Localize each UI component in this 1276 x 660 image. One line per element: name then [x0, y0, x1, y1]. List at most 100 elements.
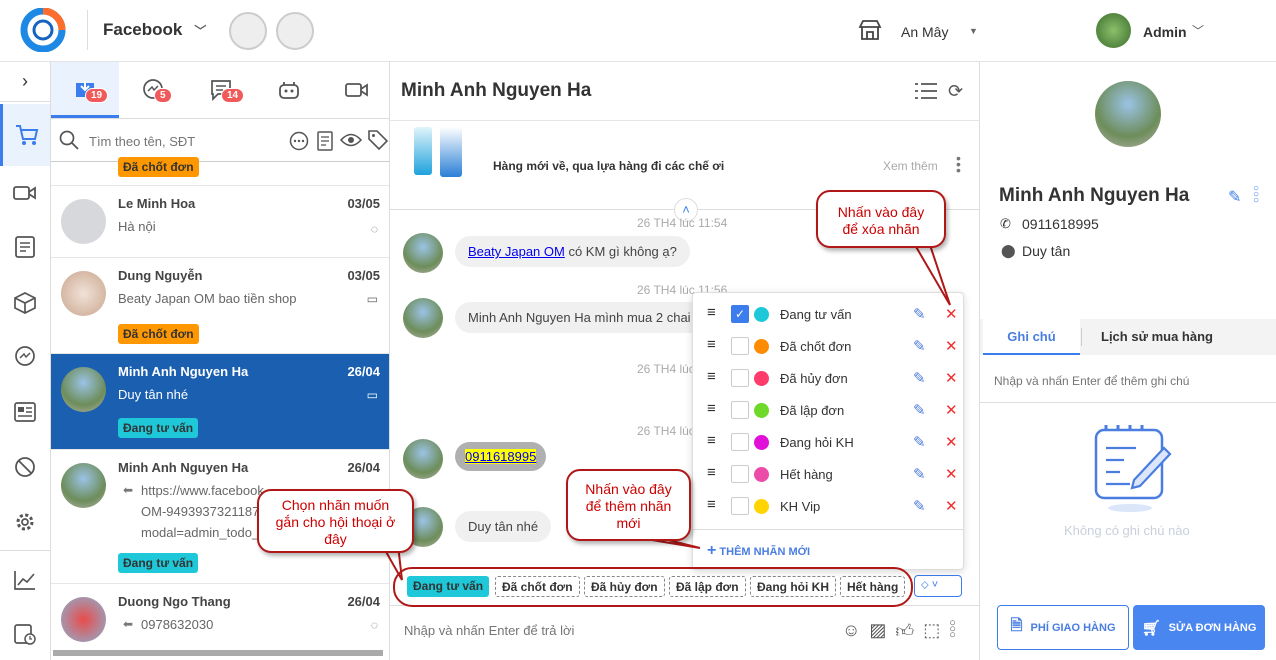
edit-label-icon[interactable]: ✎	[913, 433, 926, 451]
drag-handle-icon[interactable]: ≡	[707, 336, 716, 353]
label-row[interactable]: ≡ Hết hàng ✎ ✕	[693, 458, 963, 490]
label-row[interactable]: ≡ KH Vip ✎ ✕	[693, 490, 963, 522]
tab-video[interactable]	[323, 62, 389, 118]
label-chip-active[interactable]: Đang tư vấn	[407, 576, 490, 597]
tab-bot[interactable]	[255, 62, 323, 118]
page-selector[interactable]: Facebook ﹀	[103, 20, 206, 40]
schedule-report-icon[interactable]	[0, 612, 50, 656]
delete-label-icon[interactable]: ✕	[945, 337, 958, 355]
drag-handle-icon[interactable]: ≡	[707, 464, 716, 481]
delete-label-icon[interactable]: ✕	[945, 465, 958, 483]
more-options-icon[interactable]: ○ ○ ○	[1253, 184, 1259, 206]
delete-label-icon[interactable]: ✕	[945, 369, 958, 387]
reply-input[interactable]	[404, 618, 824, 642]
tag-filter-icon[interactable]	[367, 129, 389, 151]
more-options-icon[interactable]: ○ ○ ○	[949, 618, 956, 642]
horizontal-scrollbar[interactable]	[53, 650, 383, 656]
list-item[interactable]: Dung Nguyễn 03/05 Beaty Japan OM bao tiề…	[51, 258, 389, 354]
user-name[interactable]: Admin	[1143, 24, 1187, 40]
see-more-link[interactable]: Xem thêm	[883, 159, 938, 173]
tab-notes[interactable]: Ghi chú	[983, 319, 1080, 355]
label-row[interactable]: ≡ Đã chốt đơn ✎ ✕	[693, 330, 963, 362]
page-avatar-1[interactable]	[229, 12, 267, 50]
delete-label-icon[interactable]: ✕	[945, 433, 958, 451]
edit-order-button[interactable]: 🛒︎ SỬA ĐƠN HÀNG	[1133, 605, 1265, 650]
like-icon[interactable]: 👍︎	[895, 620, 914, 642]
tab-purchase-history[interactable]: Lịch sử mua hàng	[1101, 329, 1213, 344]
label-chip[interactable]: Đã chốt đơn	[495, 576, 580, 597]
edit-label-icon[interactable]: ✎	[913, 305, 926, 323]
tab-badge: 14	[221, 88, 245, 103]
emoji-icon[interactable]: ☺	[842, 620, 860, 642]
drag-handle-icon[interactable]: ≡	[707, 400, 716, 417]
user-avatar[interactable]	[1096, 13, 1131, 48]
note-input[interactable]	[994, 369, 1264, 393]
label-checkbox[interactable]	[731, 433, 749, 451]
label-name: Đang tư vấn	[780, 307, 852, 322]
label-dropdown-button[interactable]: ⬦ ˅	[914, 575, 962, 597]
edit-icon[interactable]: ✎	[1228, 187, 1241, 207]
store-dropdown-icon[interactable]: ▼	[969, 26, 978, 36]
delete-label-icon[interactable]: ✕	[945, 401, 958, 419]
label-row[interactable]: ≡ ✓ Đang tư vấn ✎ ✕	[693, 298, 963, 330]
edit-label-icon[interactable]: ✎	[913, 465, 926, 483]
block-icon[interactable]	[0, 445, 50, 489]
phone-link[interactable]: 0911618995	[465, 449, 537, 464]
drag-handle-icon[interactable]: ≡	[707, 432, 716, 449]
page-link[interactable]: Beaty Japan OM	[468, 244, 565, 259]
product-search-icon[interactable]: ⬚	[923, 620, 940, 642]
box-icon[interactable]	[0, 281, 50, 325]
tab-comments[interactable]: 14	[187, 62, 255, 118]
label-checkbox[interactable]	[731, 465, 749, 483]
delete-label-icon[interactable]: ✕	[945, 305, 958, 323]
list-item-selected[interactable]: Minh Anh Nguyen Ha 26/04 Duy tân nhé ▭ Đ…	[51, 354, 389, 450]
label-chip[interactable]: Đã lập đơn	[669, 576, 746, 597]
list-item[interactable]: Đã chốt đơn	[51, 157, 389, 186]
label-chip[interactable]: Đang hỏi KH	[750, 576, 836, 597]
label-checkbox[interactable]: ✓	[731, 305, 749, 323]
edit-label-icon[interactable]: ✎	[913, 401, 926, 419]
drag-handle-icon[interactable]: ≡	[707, 496, 716, 513]
more-options-icon[interactable]: • • •	[956, 151, 961, 177]
drag-handle-icon[interactable]: ≡	[707, 304, 716, 321]
messenger-icon[interactable]	[0, 335, 50, 379]
label-chip[interactable]: Hết hàng	[840, 576, 906, 597]
gear-icon[interactable]	[0, 500, 50, 544]
list-view-icon[interactable]	[915, 82, 937, 100]
label-row[interactable]: ≡ Đang hỏi KH ✎ ✕	[693, 426, 963, 458]
expand-icon[interactable]: ›	[0, 62, 50, 102]
shipping-fee-button[interactable]: 🗎 PHÍ GIAO HÀNG	[997, 605, 1129, 650]
order-list-icon[interactable]	[0, 225, 50, 269]
conversation-tag: Đã chốt đơn	[118, 324, 199, 344]
store-name[interactable]: An Mây	[901, 24, 948, 40]
edit-label-icon[interactable]: ✎	[913, 337, 926, 355]
label-checkbox[interactable]	[731, 497, 749, 515]
edit-label-icon[interactable]: ✎	[913, 369, 926, 387]
search-input[interactable]	[89, 129, 274, 153]
tab-messenger[interactable]: 5	[119, 62, 187, 118]
label-checkbox[interactable]	[731, 337, 749, 355]
label-checkbox[interactable]	[731, 369, 749, 387]
list-item[interactable]: Le Minh Hoa 03/05 Hà nội ◌	[51, 186, 389, 258]
eye-icon[interactable]	[340, 133, 362, 147]
label-checkbox[interactable]	[731, 401, 749, 419]
note-filter-icon[interactable]	[317, 131, 333, 151]
add-label-button[interactable]: + THÊM NHÃN MỚI	[707, 542, 810, 560]
label-row[interactable]: ≡ Đã hủy đơn ✎ ✕	[693, 362, 963, 394]
label-chip[interactable]: Đã hủy đơn	[584, 576, 665, 597]
label-row[interactable]: ≡ Đã lập đơn ✎ ✕	[693, 394, 963, 426]
list-item[interactable]: Duong Ngo Thang 26/04 ⬅ 0978632030 ◌	[51, 584, 389, 660]
tab-inbox[interactable]: 19	[51, 62, 119, 118]
chevron-down-icon[interactable]: ﹀	[1192, 22, 1204, 39]
image-icon[interactable]: ▨	[869, 620, 886, 642]
comment-filter-icon[interactable]	[289, 131, 309, 151]
page-avatar-2[interactable]	[276, 12, 314, 50]
video-icon[interactable]	[0, 171, 50, 215]
refresh-icon[interactable]: ⟳	[948, 81, 963, 102]
chart-icon[interactable]	[0, 558, 50, 602]
delete-label-icon[interactable]: ✕	[945, 497, 958, 515]
customer-card-icon[interactable]	[0, 390, 50, 434]
cart-icon[interactable]	[0, 104, 50, 166]
drag-handle-icon[interactable]: ≡	[707, 368, 716, 385]
edit-label-icon[interactable]: ✎	[913, 497, 926, 515]
